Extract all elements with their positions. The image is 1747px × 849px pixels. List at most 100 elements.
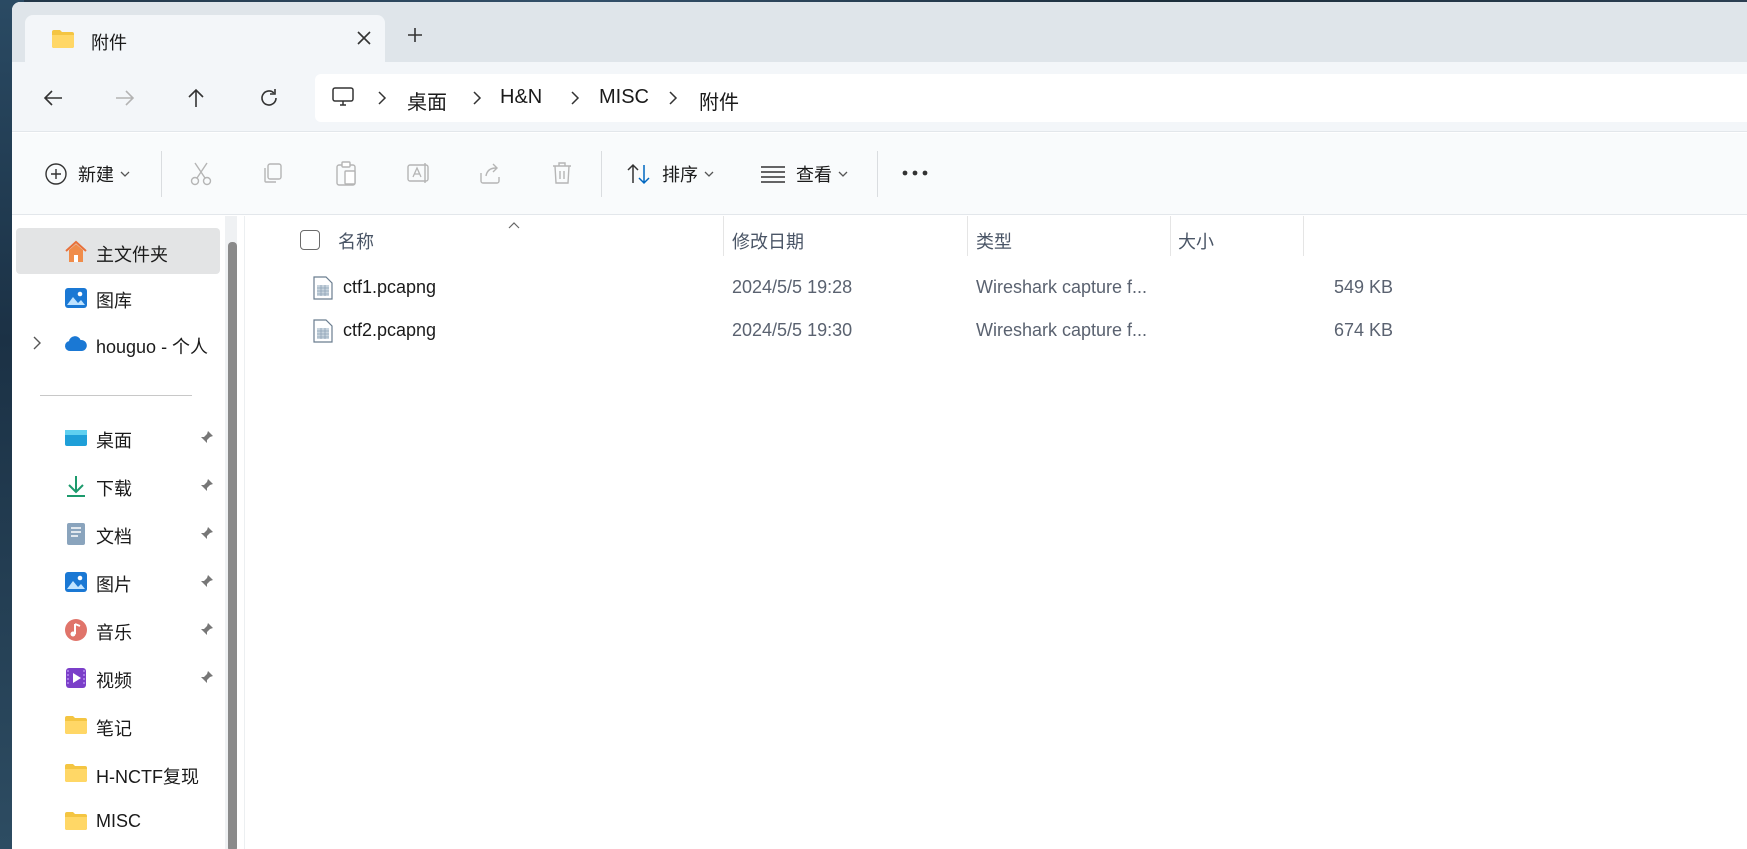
file-explorer-window: 附件 桌面 H&N MISC 附件 新建 排序 查看 主文件夹 图库 hougu…: [12, 2, 1747, 849]
column-header-name[interactable]: 名称: [338, 228, 374, 254]
select-all-checkbox[interactable]: [300, 230, 320, 250]
new-tab-icon[interactable]: [406, 26, 424, 49]
command-bar: 新建 排序 查看: [12, 133, 1747, 215]
sidebar-item-h-nctf[interactable]: H-NCTF复现: [16, 750, 220, 796]
sort-button[interactable]: 排序: [626, 161, 714, 187]
navigation-bar: 桌面 H&N MISC 附件: [12, 62, 1747, 132]
new-button[interactable]: 新建: [44, 161, 130, 187]
breadcrumb-attachments[interactable]: 附件: [699, 86, 739, 115]
share-button[interactable]: [478, 161, 504, 185]
sidebar-item-label: 桌面: [96, 431, 132, 451]
sort-button-label: 排序: [662, 165, 698, 185]
address-bar[interactable]: 桌面 H&N MISC 附件: [315, 74, 1747, 122]
gallery-icon: [64, 286, 88, 310]
column-divider[interactable]: [1170, 216, 1171, 256]
file-name: ctf1.pcapng: [343, 277, 437, 297]
sidebar-item-downloads[interactable]: 下载: [16, 462, 220, 508]
sort-ascending-caret-icon: [507, 216, 521, 234]
copy-icon: [264, 163, 282, 183]
tab-attachments[interactable]: 附件: [25, 15, 385, 62]
sidebar-item-label: 音乐: [96, 623, 132, 643]
pin-icon[interactable]: [200, 574, 214, 593]
sidebar-item-gallery[interactable]: 图库: [16, 274, 220, 320]
folder-icon: [64, 762, 88, 786]
paste-button[interactable]: [334, 161, 358, 187]
sidebar-item-pictures[interactable]: 图片: [16, 558, 220, 604]
sort-arrows-icon: [627, 163, 650, 185]
chevron-right-icon[interactable]: [668, 90, 678, 111]
this-pc-icon[interactable]: [331, 86, 355, 113]
refresh-icon[interactable]: [255, 84, 283, 112]
column-header-modified[interactable]: 修改日期: [732, 228, 804, 254]
sidebar-item-label: 视频: [96, 671, 132, 691]
sidebar-item-label: 主文件夹: [96, 245, 168, 265]
chevron-right-icon[interactable]: [377, 90, 387, 111]
rename-icon: [407, 163, 429, 183]
sidebar-item-notes[interactable]: 笔记: [16, 702, 220, 748]
file-row[interactable]: ctf1.pcapng 2024/5/5 19:28 Wireshark cap…: [245, 267, 1445, 309]
chevron-right-icon[interactable]: [472, 90, 482, 111]
chevron-down-icon: [838, 171, 848, 177]
chevron-down-icon: [120, 171, 130, 177]
column-divider[interactable]: [723, 216, 724, 256]
breadcrumb-desktop[interactable]: 桌面: [407, 86, 447, 115]
sidebar-item-music[interactable]: 音乐: [16, 606, 220, 652]
sidebar-divider: [40, 395, 192, 396]
desktop-icon: [64, 426, 88, 450]
onedrive-cloud-icon: [64, 332, 88, 356]
sidebar-item-desktop[interactable]: 桌面: [16, 414, 220, 460]
chevron-right-icon[interactable]: [32, 335, 42, 356]
sidebar-item-misc[interactable]: MISC: [16, 798, 220, 844]
column-divider[interactable]: [967, 216, 968, 256]
view-list-icon: [761, 166, 785, 183]
sidebar-item-home[interactable]: 主文件夹: [16, 228, 220, 274]
column-divider[interactable]: [1303, 216, 1304, 256]
chevron-down-icon: [704, 171, 714, 177]
up-arrow-icon[interactable]: [182, 84, 210, 112]
column-header-type[interactable]: 类型: [976, 228, 1012, 254]
document-icon: [64, 522, 88, 546]
breadcrumb-misc[interactable]: MISC: [599, 86, 649, 109]
pin-icon[interactable]: [200, 670, 214, 689]
file-row[interactable]: ctf2.pcapng 2024/5/5 19:30 Wireshark cap…: [245, 310, 1445, 352]
pin-icon[interactable]: [200, 526, 214, 545]
view-button[interactable]: 查看: [760, 161, 848, 187]
trash-icon: [553, 162, 571, 184]
video-icon: [64, 666, 88, 690]
sidebar-item-documents[interactable]: 文档: [16, 510, 220, 556]
chevron-right-icon[interactable]: [570, 90, 580, 111]
pcap-file-icon: [313, 319, 333, 348]
home-icon: [64, 240, 88, 264]
share-icon: [480, 163, 500, 184]
cut-button[interactable]: [189, 161, 213, 187]
back-arrow-icon[interactable]: [39, 84, 67, 112]
more-options-button[interactable]: [901, 169, 929, 177]
pin-icon[interactable]: [200, 430, 214, 449]
sidebar-item-label: MISC: [96, 811, 141, 831]
delete-button[interactable]: [551, 161, 573, 185]
close-tab-icon[interactable]: [355, 29, 373, 52]
tab-strip: 附件: [12, 2, 1747, 62]
file-size: 549 KB: [1333, 277, 1393, 297]
sidebar-item-label: 图片: [96, 575, 132, 595]
sidebar-item-onedrive[interactable]: houguo - 个人: [16, 320, 220, 366]
new-button-label: 新建: [78, 165, 114, 185]
sidebar-item-label: houguo - 个人: [96, 337, 209, 357]
column-header-size[interactable]: 大小: [1178, 228, 1214, 254]
rename-button[interactable]: [406, 161, 432, 185]
pin-icon[interactable]: [200, 478, 214, 497]
copy-button[interactable]: [261, 161, 285, 185]
navigation-pane: 主文件夹 图库 houguo - 个人 桌面 下载 文档 图片 音乐 视频 笔记…: [12, 216, 222, 849]
sidebar-scrollbar-thumb[interactable]: [228, 242, 237, 849]
sidebar-item-label: 笔记: [96, 719, 132, 739]
forward-arrow-icon[interactable]: [111, 84, 139, 112]
pin-icon[interactable]: [200, 622, 214, 641]
folder-icon: [64, 810, 88, 834]
cut-icon: [190, 162, 212, 186]
file-list: 名称 修改日期 类型 大小 ctf1.pcapng 2024/5/5 19:28…: [245, 216, 1747, 849]
folder-icon: [51, 29, 75, 54]
view-button-label: 查看: [796, 165, 832, 185]
add-circle-icon: [45, 163, 67, 185]
breadcrumb-hn[interactable]: H&N: [500, 86, 542, 109]
sidebar-item-videos[interactable]: 视频: [16, 654, 220, 700]
